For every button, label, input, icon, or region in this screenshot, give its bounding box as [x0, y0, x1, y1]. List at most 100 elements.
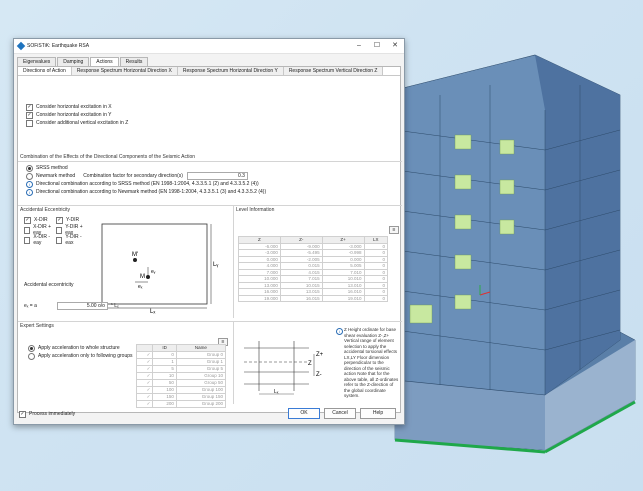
ydir-checkbox[interactable]: ✓	[56, 216, 63, 224]
minimize-button[interactable]: –	[350, 39, 368, 53]
whole-structure-radio[interactable]	[28, 344, 35, 352]
group-id: 5	[152, 364, 177, 373]
groups-row[interactable]: Apply acceleration only to following gro…	[28, 352, 133, 360]
ok-button[interactable]: OK	[288, 408, 320, 419]
subtab-directions[interactable]: Directions of Action	[18, 67, 72, 75]
ex-row: eₓ = a 5.00 o/o * Lₓ	[24, 302, 119, 310]
opt-xdir[interactable]: ✓ X-DIR	[24, 216, 56, 224]
accidental-title: Accidental Eccentricity	[20, 207, 71, 213]
groups-table[interactable]: ID Name ✓ 0 Group 0 ✓ 1 Group 1 ✓ 5 Group 5 ✓ 10 Gr…	[135, 344, 227, 408]
info-newmark-text: Directional combination according to New…	[36, 189, 267, 195]
group-checkbox[interactable]: ✓	[135, 378, 154, 387]
excite-z-checkbox[interactable]	[26, 119, 33, 127]
group-row[interactable]: ✓ 50 Group 50	[135, 378, 227, 387]
group-id: 150	[152, 392, 177, 401]
group-row[interactable]: ✓ 5 Group 5	[135, 364, 227, 373]
group-checkbox[interactable]: ✓	[135, 399, 154, 408]
group-checkbox[interactable]: ✓	[135, 357, 154, 366]
table-cell[interactable]: 19.000	[238, 294, 281, 302]
srss-row[interactable]: SRSS method	[26, 164, 394, 172]
xdir-me-label: X-DIR - eay	[33, 234, 51, 246]
subtab-spectrum-z[interactable]: Response Spectrum Vertical Direction Z	[283, 67, 384, 75]
group-row[interactable]: ✓ 1 Group 1	[135, 357, 227, 366]
xdir-pe-checkbox[interactable]	[24, 226, 31, 234]
main-tabs: Eigenvalues Damping Actions Results	[14, 54, 404, 66]
group-checkbox[interactable]: ✓	[135, 350, 154, 359]
earthquake-rsa-dialog: SOFiSTiK: Earthquake RSA – ☐ ✕ Eigenvalu…	[13, 38, 405, 425]
fig-level-lx: Lₓ	[274, 389, 279, 395]
info-srss-text: Directional combination according to SRS…	[36, 181, 259, 187]
ydir-me-checkbox[interactable]	[56, 236, 63, 244]
fig-lx: Lₓ	[150, 309, 155, 314]
direction-options: ✓ Consider horizontal excitation in X ✓ Co…	[26, 103, 128, 127]
fig-mprime: M'	[132, 252, 138, 258]
process-row[interactable]: ✓ Process immediately	[19, 410, 75, 418]
fig-z: Z	[308, 361, 312, 367]
level-table[interactable]: Z Z- Z+ LX -6.000 -9.000 -3.000 0 -3.000 -5.4…	[238, 236, 389, 302]
srss-radio[interactable]	[26, 164, 33, 172]
maximize-button[interactable]: ☐	[368, 39, 386, 53]
xdir-checkbox[interactable]: ✓	[24, 216, 31, 224]
process-checkbox[interactable]: ✓	[19, 410, 26, 418]
excite-x-checkbox[interactable]: ✓	[26, 103, 33, 111]
close-button[interactable]: ✕	[386, 39, 404, 53]
ex-input[interactable]: 5.00 o/o	[56, 302, 108, 310]
combination-title: Combination of the Effects of the Direct…	[18, 153, 402, 162]
tab-damping[interactable]: Damping	[57, 57, 90, 66]
table-cell[interactable]: 0	[363, 294, 389, 302]
process-label: Process immediately	[29, 411, 76, 417]
expert-title: Expert Settings	[20, 323, 54, 329]
group-id: 200	[152, 399, 177, 408]
newmark-row[interactable]: Newmark method Combination factor for se…	[26, 172, 394, 180]
group-checkbox[interactable]: ✓	[135, 385, 154, 394]
opt-xdir-me[interactable]: X-DIR - eay	[24, 234, 56, 246]
subtab-spectrum-x[interactable]: Response Spectrum Horizontal Direction X	[71, 67, 178, 75]
level-figure-section: Z+ Z Z- Lₓ i Z Height ordinate for base …	[233, 321, 402, 404]
group-id: 10	[152, 371, 177, 380]
tab-eigenvalues[interactable]: Eigenvalues	[17, 57, 57, 66]
xdir-me-checkbox[interactable]	[24, 236, 31, 244]
excite-x-row[interactable]: ✓ Consider horizontal excitation in X	[26, 103, 128, 111]
factor-label: Combination factor for secondary directi…	[83, 173, 183, 179]
excite-y-label: Consider horizontal excitation in Y	[36, 112, 112, 118]
group-name: Group 150	[175, 392, 227, 401]
factor-input[interactable]: 0.3	[186, 172, 248, 180]
newmark-radio[interactable]	[26, 172, 33, 180]
ydir-pe-checkbox[interactable]	[56, 226, 63, 234]
ydir-label: Y-DIR	[66, 217, 80, 223]
cancel-button[interactable]: Cancel	[324, 408, 356, 419]
tab-results[interactable]: Results	[119, 57, 149, 66]
excite-y-row[interactable]: ✓ Consider horizontal excitation in Y	[26, 111, 128, 119]
actions-panel: Directions of Action Response Spectrum H…	[17, 66, 402, 413]
subtab-spectrum-y[interactable]: Response Spectrum Horizontal Direction Y	[177, 67, 284, 75]
sofistik-logo-icon	[16, 41, 26, 51]
group-checkbox[interactable]: ✓	[135, 371, 154, 380]
group-row[interactable]: ✓ 10 Group 10	[135, 371, 227, 380]
desktop: SOFiSTiK: Earthquake RSA – ☐ ✕ Eigenvalu…	[0, 0, 643, 491]
help-button[interactable]: Help	[360, 408, 396, 419]
group-row[interactable]: ✓ 200 Group 200	[135, 399, 227, 408]
tab-actions[interactable]: Actions	[90, 57, 119, 66]
whole-structure-row[interactable]: Apply acceleration to whole structure	[28, 344, 133, 352]
group-checkbox[interactable]: ✓	[135, 392, 154, 401]
table-menu-icon[interactable]: ≡	[389, 226, 399, 234]
group-checkbox[interactable]: ✓	[135, 364, 154, 373]
group-name: Group 100	[175, 385, 227, 394]
combination-section: Combination of the Effects of the Direct…	[18, 153, 402, 198]
opt-ydir-pe[interactable]: Y-DIR + eax	[56, 224, 88, 236]
table-row[interactable]: 19.000 16.015 19.010 0	[238, 294, 389, 302]
group-row[interactable]: ✓ 100 Group 100	[135, 385, 227, 394]
groups-radio[interactable]	[28, 352, 35, 360]
opt-ydir-me[interactable]: Y-DIR - eax	[56, 234, 88, 246]
opt-xdir-pe[interactable]: X-DIR + eay	[24, 224, 56, 236]
excite-z-row[interactable]: Consider additional vertical excitation …	[26, 119, 128, 127]
info-newmark: i Directional combination according to Ne…	[26, 188, 394, 196]
excite-y-checkbox[interactable]: ✓	[26, 111, 33, 119]
info-icon: i	[26, 180, 33, 188]
group-row[interactable]: ✓ 150 Group 150	[135, 392, 227, 401]
table-cell[interactable]: 16.015	[279, 294, 323, 302]
fig-ey: eᵧ	[151, 269, 156, 275]
opt-ydir[interactable]: ✓ Y-DIR	[56, 216, 88, 224]
table-cell[interactable]: 19.010	[321, 294, 365, 302]
group-row[interactable]: ✓ 0 Group 0	[135, 350, 227, 359]
